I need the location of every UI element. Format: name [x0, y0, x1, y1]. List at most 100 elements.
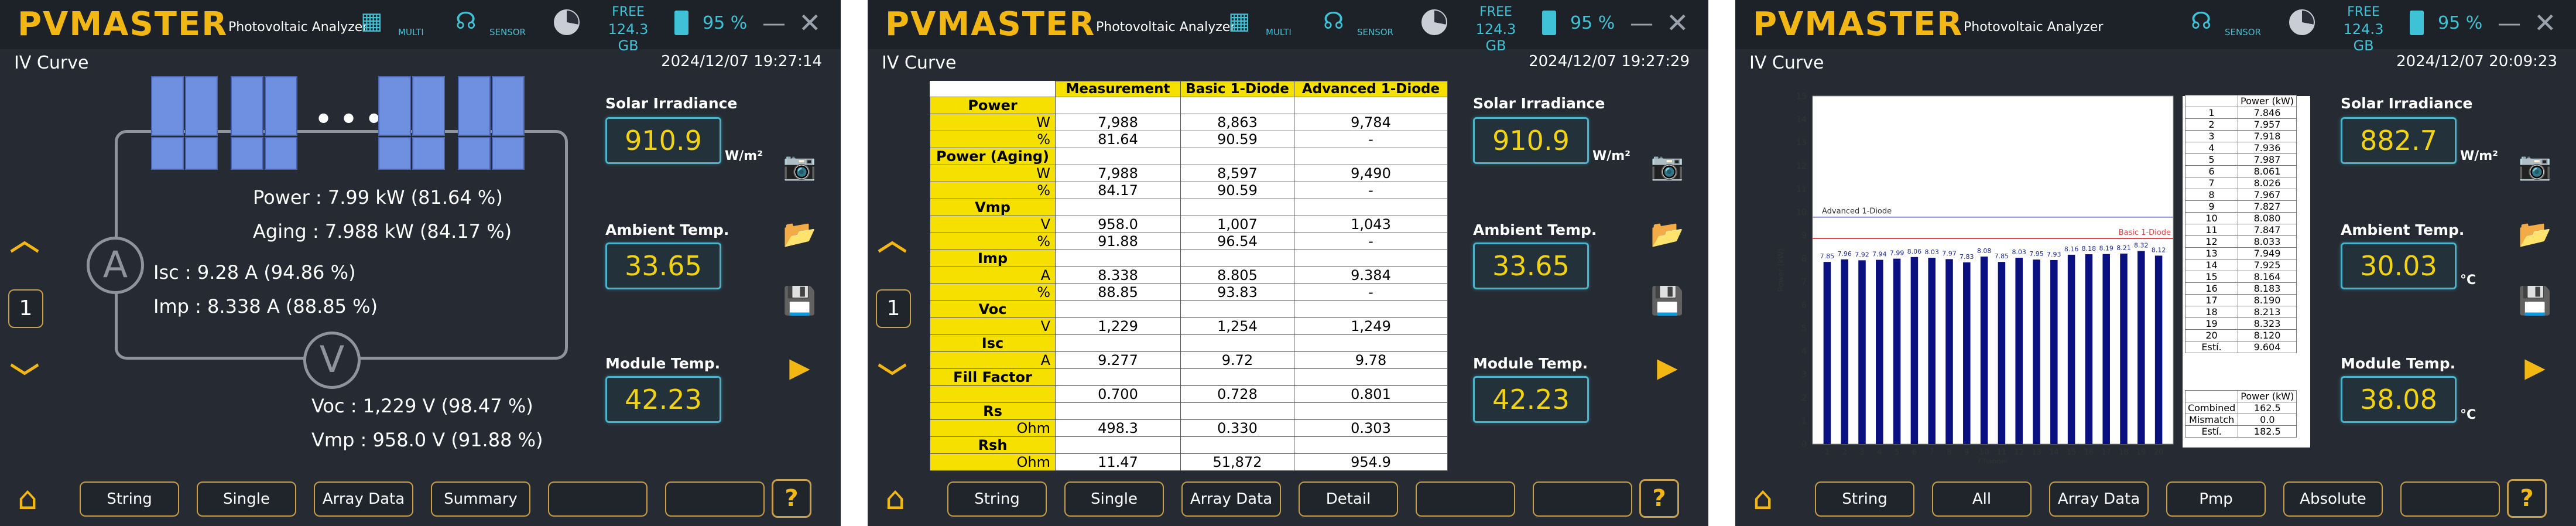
chart-bar [1910, 257, 1919, 444]
tab-summary[interactable]: Summary [431, 481, 530, 517]
row-unit: V [930, 317, 1056, 335]
table-cell [1294, 250, 1448, 267]
save-icon[interactable]: 💾 [1649, 285, 1686, 317]
folder-icon[interactable]: 📂 [2516, 218, 2554, 250]
table-cell: 81.64 [1055, 131, 1181, 148]
play-icon[interactable]: ▶ [2516, 351, 2554, 383]
home-icon[interactable]: ⌂ [1742, 479, 1783, 520]
row-label: 7 [2185, 177, 2238, 189]
x-axis-label: Channel [1978, 457, 2007, 463]
chart-bar [1998, 262, 2006, 444]
help-button[interactable]: ? [772, 479, 811, 518]
bar-value-label: 8.19 [2099, 245, 2113, 252]
table-row: 10 8.080 [2185, 212, 2297, 224]
down-arrow-icon[interactable]: ﹀ [6, 355, 43, 397]
header-bar: PVMASTER Photovoltaic Analyzer ▦ MULTI ☊… [0, 0, 841, 54]
home-icon[interactable]: ⌂ [875, 479, 916, 520]
up-arrow-icon[interactable]: ︿ [873, 217, 911, 259]
minimize-button[interactable]: — [1630, 12, 1653, 35]
play-icon[interactable]: ▶ [1649, 351, 1686, 383]
table-row: Vmp [930, 199, 1448, 216]
home-icon[interactable]: ⌂ [7, 479, 48, 520]
table-cell [1180, 402, 1294, 420]
tab-string[interactable]: String [80, 481, 179, 517]
multi-icon[interactable]: ▦ [361, 8, 383, 34]
folder-icon[interactable]: 📂 [1649, 218, 1686, 250]
sensor-icon[interactable]: ☊ [2191, 8, 2212, 34]
row-category: Vmp [930, 199, 1056, 216]
bar-value-label: 8.16 [2064, 245, 2079, 253]
y-tick-label: 2 [1801, 394, 1807, 403]
table-cell: 96.54 [1180, 233, 1294, 250]
ambient-value: 30.03 [2341, 242, 2457, 289]
row-category: Power [930, 97, 1056, 114]
help-button[interactable]: ? [1639, 479, 1679, 518]
row-label: Estí. [2184, 425, 2239, 438]
tab-array-data[interactable]: Array Data [2049, 481, 2149, 517]
save-icon[interactable]: 💾 [781, 285, 818, 317]
sensor-icon[interactable]: ☊ [1323, 8, 1344, 34]
close-button[interactable]: ✕ [2534, 8, 2557, 37]
multi-icon[interactable]: ▦ [1228, 8, 1251, 34]
table-row: 9 7.827 [2185, 200, 2297, 213]
tab-empty-1[interactable] [548, 481, 648, 517]
tab-string[interactable]: String [947, 481, 1047, 517]
tab-empty-1[interactable] [1416, 481, 1515, 517]
free-value: 124.3 GB [1475, 21, 1516, 54]
page-number[interactable]: 1 [876, 289, 911, 328]
camera-icon[interactable]: 📷 [1649, 150, 1686, 182]
tab-detail[interactable]: Detail [1299, 481, 1398, 517]
table-cell [1055, 148, 1181, 165]
close-button[interactable]: ✕ [1666, 8, 1689, 37]
row-label: 15 [2185, 271, 2238, 283]
close-button[interactable]: ✕ [799, 8, 821, 37]
bar-value-label: 7.95 [2029, 250, 2044, 258]
table-row: Rs [930, 402, 1448, 420]
y-tick-label: 5 [1801, 324, 1807, 333]
table-row: 13 7.949 [2185, 247, 2297, 259]
module-temp-label: Module Temp. [605, 355, 721, 372]
tab-single[interactable]: Single [197, 481, 296, 517]
row-unit: A [930, 267, 1056, 284]
tab-array-data[interactable]: Array Data [1181, 481, 1281, 517]
tab-all[interactable]: All [1932, 481, 2032, 517]
table-row: 11 7.847 [2185, 224, 2297, 236]
minimize-button[interactable]: — [2498, 12, 2521, 35]
minimize-button[interactable]: — [762, 12, 786, 35]
tab-absolute[interactable]: Absolute [2283, 481, 2383, 517]
row-value: 8.164 [2237, 271, 2297, 283]
row-category: Isc [930, 334, 1056, 352]
up-arrow-icon[interactable]: ︿ [6, 217, 43, 259]
play-icon[interactable]: ▶ [781, 351, 818, 383]
table-cell: 1,007 [1180, 216, 1294, 233]
page-number[interactable]: 1 [8, 289, 43, 328]
camera-icon[interactable]: 📷 [781, 150, 818, 182]
tab-array-data[interactable]: Array Data [314, 481, 413, 517]
table-cell: 51,872 [1180, 453, 1294, 471]
save-icon[interactable]: 💾 [2516, 285, 2554, 317]
y-tick-label: 14 [1796, 115, 1807, 125]
tab-empty-2[interactable] [1533, 481, 1632, 517]
table-row: Imp [930, 250, 1448, 267]
down-arrow-icon[interactable]: ﹀ [873, 355, 911, 397]
x-tick-label: 9 [1964, 448, 1969, 457]
row-unit: Ohm [930, 453, 1056, 471]
x-tick-label: 20 [2154, 448, 2164, 457]
tab-string[interactable]: String [1815, 481, 1914, 517]
row-value: 7.918 [2237, 130, 2297, 142]
tab-single[interactable]: Single [1064, 481, 1164, 517]
help-button[interactable]: ? [2507, 479, 2547, 518]
folder-icon[interactable]: 📂 [781, 218, 818, 250]
tab-empty[interactable] [2400, 481, 2500, 517]
datetime: 2024/12/07 20:09:23 [2396, 53, 2557, 70]
table-row: 17 8.190 [2185, 294, 2297, 306]
sensor-icon[interactable]: ☊ [455, 8, 477, 34]
camera-icon[interactable]: 📷 [2516, 150, 2554, 182]
table-cell: 84.17 [1055, 182, 1181, 199]
tab-empty-2[interactable] [665, 481, 765, 517]
bar-value-label: 8.32 [2134, 242, 2149, 250]
tab-pmp[interactable]: Pmp [2166, 481, 2266, 517]
row-unit: Ohm [930, 419, 1056, 437]
table-row: 12 8.033 [2185, 235, 2297, 248]
x-tick-label: 2 [1842, 448, 1847, 457]
